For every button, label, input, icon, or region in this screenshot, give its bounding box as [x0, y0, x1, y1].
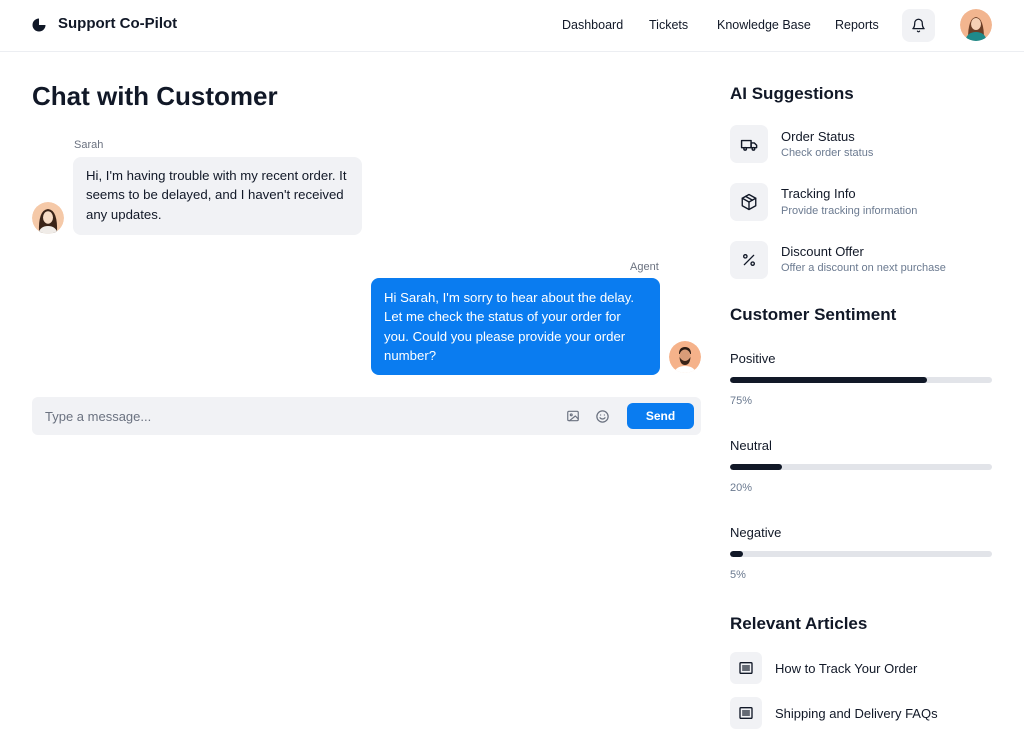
suggestion-title[interactable]: Order Status [781, 129, 855, 144]
user-avatar[interactable] [960, 9, 992, 41]
nav-knowledge-base[interactable]: Knowledge Base [717, 18, 811, 32]
sentiment-positive-bar [730, 377, 992, 383]
page-title: Chat with Customer [32, 81, 278, 111]
sentiment-negative-bar [730, 551, 992, 557]
nav-tickets[interactable]: Tickets [649, 18, 688, 32]
suggestions-title: AI Suggestions [730, 84, 854, 103]
suggestion-tracking-info-button[interactable] [730, 183, 768, 221]
article-link[interactable]: How to Track Your Order [775, 661, 917, 676]
message-input[interactable] [32, 397, 552, 435]
sentiment-neutral-bar [730, 464, 992, 470]
suggestion-title[interactable]: Discount Offer [781, 244, 864, 259]
top-header: Support Co-Pilot Dashboard Tickets Knowl… [0, 0, 1024, 52]
suggestion-description: Provide tracking information [781, 205, 918, 217]
nav-reports[interactable]: Reports [835, 18, 879, 32]
agent-avatar [669, 341, 701, 373]
customer-message: Hi, I'm having trouble with my recent or… [73, 157, 362, 235]
sentiment-title: Customer Sentiment [730, 305, 897, 324]
suggestion-discount-offer-button[interactable] [730, 241, 768, 279]
agent-name: Agent [630, 261, 659, 273]
suggestion-title[interactable]: Tracking Info [781, 186, 856, 201]
agent-message: Hi Sarah, I'm sorry to hear about the de… [371, 278, 660, 375]
sentiment-neutral-percent: 20% [730, 482, 753, 494]
send-button[interactable]: Send [627, 403, 694, 429]
nav-dashboard[interactable]: Dashboard [562, 18, 623, 32]
sentiment-positive-fill [730, 377, 927, 383]
bell-icon [912, 18, 925, 33]
message-composer: Send [32, 397, 701, 435]
image-icon[interactable] [565, 408, 581, 424]
notifications-button[interactable] [902, 9, 935, 42]
truck-icon [740, 139, 757, 151]
article-link[interactable]: Shipping and Delivery FAQs [775, 706, 938, 721]
package-icon [741, 193, 757, 211]
app-title[interactable]: Support Co-Pilot [58, 15, 177, 32]
emoji-icon[interactable] [594, 408, 610, 424]
article-icon[interactable] [730, 652, 762, 684]
sentiment-neutral-fill [730, 464, 783, 470]
articles-title: Relevant Articles [730, 614, 868, 633]
sentiment-positive-label: Positive [730, 351, 776, 366]
sentiment-positive-percent: 75% [730, 395, 753, 407]
sentiment-negative-label: Negative [730, 525, 782, 540]
suggestion-description: Check order status [781, 147, 874, 159]
sentiment-negative-fill [730, 551, 744, 557]
suggestion-description: Offer a discount on next purchase [781, 262, 946, 274]
suggestion-order-status-button[interactable] [730, 125, 768, 163]
logo-icon[interactable] [31, 17, 47, 33]
article-icon[interactable] [730, 697, 762, 729]
percent-icon [743, 253, 755, 266]
customer-avatar [32, 202, 64, 234]
sentiment-negative-percent: 5% [730, 569, 746, 581]
sentiment-neutral-label: Neutral [730, 438, 772, 453]
customer-name: Sarah [74, 139, 104, 151]
